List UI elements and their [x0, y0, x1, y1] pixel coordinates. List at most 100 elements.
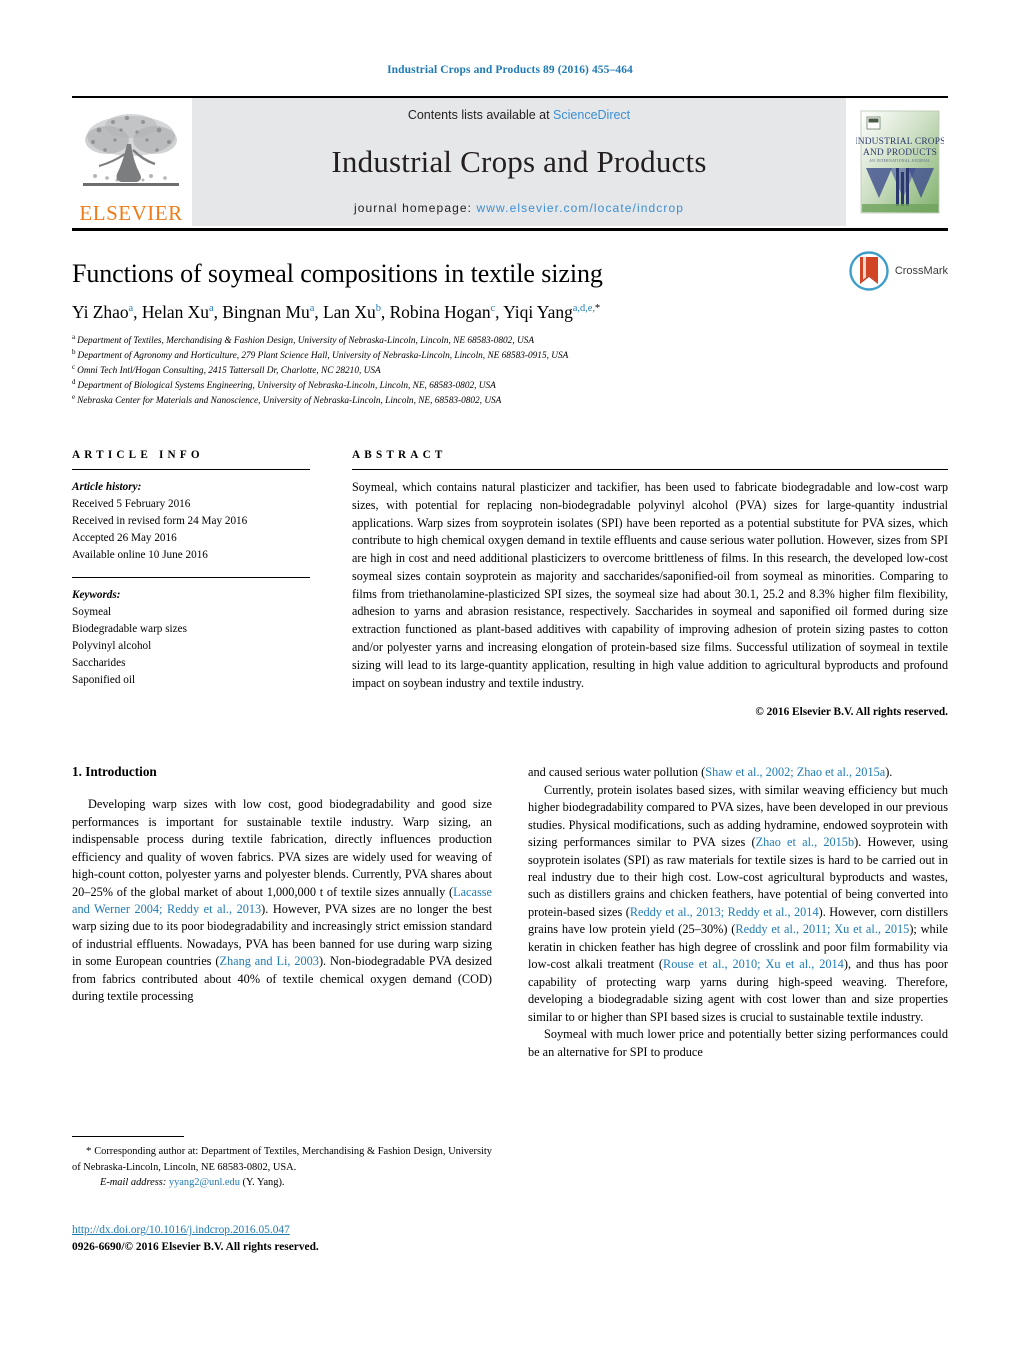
- keyword-item: Polyvinyl alcohol: [72, 640, 152, 653]
- keywords-label: Keywords:: [72, 589, 121, 602]
- footnote-rule: [72, 1136, 184, 1137]
- section-title-introduction: 1. Introduction: [72, 764, 157, 780]
- footnote-text: Corresponding author at: Department of T…: [72, 1146, 492, 1173]
- body-column-right: and caused serious water pollution (Shaw…: [528, 764, 948, 1061]
- journal-title: Industrial Crops and Products: [331, 143, 707, 179]
- citation-link[interactable]: Shaw et al., 2002; Zhao et al., 2015a: [705, 765, 885, 779]
- keywords-group: Keywords: Soymeal Biodegradable warp size…: [72, 587, 310, 689]
- contents-list-line: Contents lists available at ScienceDirec…: [408, 108, 630, 122]
- abstract-column: ABSTRACT Soymeal, which contains natural…: [352, 449, 948, 718]
- footnote-star: *: [86, 1145, 92, 1157]
- article-history-item: Accepted 26 May 2016: [72, 532, 177, 545]
- crossmark-label: CrossMark: [894, 265, 948, 277]
- email-label: E-mail address:: [100, 1177, 167, 1189]
- affiliation-item: b Department of Agronomy and Horticulture…: [72, 347, 569, 361]
- article-history-items: Received 5 February 2016 Received in revi…: [72, 496, 310, 564]
- citation-link[interactable]: Lacasse and Werner 2004; Reddy et al., 2…: [72, 885, 492, 916]
- journal-cover-image: INDUSTRIAL CROPS AND PRODUCTS AN INTERNA…: [856, 106, 944, 218]
- keywords-rule: [72, 577, 310, 579]
- body-paragraph: and caused serious water pollution (Shaw…: [528, 765, 893, 780]
- article-info-column: ARTICLE INFO Article history: Received 5…: [72, 449, 310, 718]
- author-name: Yi Zhao: [72, 301, 129, 322]
- svg-text:AN INTERNATIONAL JOURNAL: AN INTERNATIONAL JOURNAL: [869, 159, 931, 163]
- affiliation-mark: c: [72, 362, 76, 371]
- affiliation-mark: e: [72, 392, 76, 401]
- author-affiliation-mark: a: [309, 303, 315, 315]
- author-affiliation-mark: a: [128, 303, 134, 315]
- author-affiliation-mark: c: [490, 303, 496, 315]
- doi-block: http://dx.doi.org/10.1016/j.indcrop.2016…: [72, 1222, 319, 1256]
- paper-page: Industrial Crops and Products 89 (2016) …: [0, 0, 1020, 1351]
- keyword-item: Saponified oil: [72, 674, 136, 687]
- abstract-rule: [352, 469, 948, 471]
- running-head: Industrial Crops and Products 89 (2016) …: [387, 64, 633, 76]
- author-affiliation-mark: a: [208, 303, 214, 315]
- doi-link[interactable]: http://dx.doi.org/10.1016/j.indcrop.2016…: [72, 1224, 290, 1236]
- left-column-paragraphs: Developing warp sizes with low cost, goo…: [72, 796, 492, 1005]
- crossmark-badge[interactable]: CrossMark: [849, 251, 948, 291]
- footnote-block: * Corresponding author at: Department of…: [72, 1136, 492, 1190]
- article-history-item: Received in revised form 24 May 2016: [72, 515, 248, 528]
- email-suffix: (Y. Yang).: [242, 1177, 285, 1189]
- info-abstract-section: ARTICLE INFO Article history: Received 5…: [72, 449, 948, 718]
- body-column-left: 1. Introduction Developing warp sizes wi…: [72, 764, 492, 1061]
- crossmark-icon: [849, 251, 889, 291]
- affiliation-mark: d: [72, 377, 76, 386]
- journal-header: ELSEVIER Contents lists available at Sci…: [72, 98, 948, 226]
- right-column-paragraphs: and caused serious water pollution (Shaw…: [528, 764, 948, 1061]
- affiliation-item: c Omni Tech Intl/Hogan Consulting, 2415 T…: [72, 362, 381, 376]
- article-history-label: Article history:: [72, 481, 142, 494]
- article-info-heading: ARTICLE INFO: [72, 449, 204, 462]
- author-name: Helan Xu: [141, 301, 209, 322]
- journal-homepage-link[interactable]: www.elsevier.com/locate/indcrop: [477, 201, 685, 215]
- elsevier-logo: ELSEVIER: [72, 98, 190, 226]
- corresponding-author-note: * Corresponding author at: Department of…: [72, 1144, 492, 1190]
- page-title: Functions of soymeal compositions in tex…: [72, 259, 603, 288]
- elsevier-wordmark: ELSEVIER: [79, 201, 183, 225]
- title-block: CrossMark Functions of soymeal compositi…: [72, 231, 948, 409]
- journal-homepage-line: journal homepage: www.elsevier.com/locat…: [354, 201, 684, 215]
- abstract-text: Soymeal, which contains natural plastici…: [352, 480, 948, 690]
- affiliation-item: a Department of Textiles, Merchandising &…: [72, 332, 534, 346]
- abstract-copyright: © 2016 Elsevier B.V. All rights reserved…: [755, 706, 948, 719]
- author-list: Yi Zhaoa, Helan Xua, Bingnan Mua, Lan Xu…: [72, 301, 601, 322]
- article-info-rule: [72, 469, 310, 471]
- affiliation-mark: a: [72, 332, 76, 341]
- citation-link[interactable]: Reddy et al., 2011; Xu et al., 2015: [735, 922, 909, 936]
- body-columns: 1. Introduction Developing warp sizes wi…: [72, 764, 948, 1061]
- corresponding-author-mark: *: [594, 303, 601, 315]
- author-affiliation-mark: a,d,e,: [572, 303, 595, 315]
- journal-band: Contents lists available at ScienceDirec…: [192, 98, 846, 226]
- body-paragraph: Developing warp sizes with low cost, goo…: [72, 797, 492, 1004]
- article-history-group: Article history: Received 5 February 201…: [72, 479, 310, 564]
- author-name: Bingnan Mu: [222, 301, 310, 322]
- author-affiliation-mark: b: [375, 303, 381, 315]
- article-history-item: Received 5 February 2016: [72, 498, 191, 511]
- citation-link[interactable]: Zhang and Li, 2003: [219, 954, 319, 968]
- citation-link[interactable]: Zhao et al., 2015b: [756, 835, 855, 849]
- keyword-item: Biodegradable warp sizes: [72, 623, 187, 636]
- journal-cover-thumbnail: INDUSTRIAL CROPS AND PRODUCTS AN INTERNA…: [852, 98, 948, 226]
- author-name: Yiqi Yang: [503, 301, 573, 322]
- issn-copyright-line: 0926-6690/© 2016 Elsevier B.V. All right…: [72, 1241, 319, 1254]
- affiliation-list: a Department of Textiles, Merchandising &…: [72, 332, 948, 409]
- body-paragraph: Soymeal with much lower price and potent…: [528, 1027, 948, 1059]
- homepage-prefix: journal homepage:: [353, 201, 477, 215]
- elsevier-tree-icon: [83, 114, 179, 186]
- author-name: Robina Hogan: [389, 301, 491, 322]
- affiliation-item: e Nebraska Center for Materials and Nanos…: [72, 392, 502, 407]
- svg-text:INDUSTRIAL CROPS: INDUSTRIAL CROPS: [856, 137, 944, 147]
- email-link[interactable]: yyang2@unl.edu: [169, 1177, 240, 1188]
- contents-prefix: Contents lists available at: [407, 108, 554, 122]
- sciencedirect-link[interactable]: ScienceDirect: [553, 108, 630, 122]
- body-paragraph: Currently, protein isolates based sizes,…: [528, 782, 948, 1024]
- article-history-item: Available online 10 June 2016: [72, 549, 208, 562]
- affiliation-item: d Department of Biological Systems Engine…: [72, 377, 496, 392]
- citation-link[interactable]: Rouse et al., 2010; Xu et al., 2014: [663, 957, 844, 971]
- keyword-item: Soymeal: [72, 606, 112, 619]
- keyword-item: Saccharides: [72, 657, 126, 670]
- author-name: Lan Xu: [323, 301, 376, 322]
- abstract-heading: ABSTRACT: [352, 449, 447, 462]
- citation-link[interactable]: Reddy et al., 2013; Reddy et al., 2014: [630, 905, 819, 919]
- keywords-items: Soymeal Biodegradable warp sizes Polyvinyl…: [72, 604, 310, 689]
